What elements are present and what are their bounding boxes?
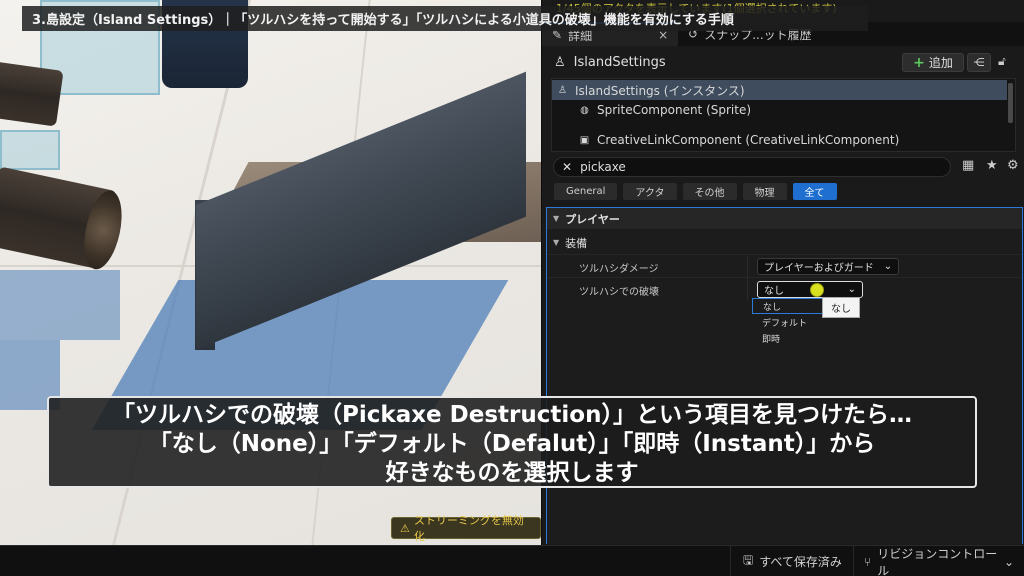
filter-other[interactable]: その他 [682,183,737,200]
revision-control-label: リビジョンコントロール [877,546,998,576]
component-scrollbar[interactable] [1008,83,1013,123]
chevron-down-icon: ⌄ [1003,554,1014,569]
clear-search-icon[interactable]: ✕ [562,160,572,174]
subcategory-equipment[interactable]: ▼ 装備 [547,232,1022,253]
log-shadow [0,270,120,340]
save-icon: 🖫︎ [743,553,754,567]
component-tree: ♙ IslandSettings (インスタンス) ◍ SpriteCompon… [551,78,1016,152]
select-value: なし [764,286,784,297]
person-icon: ♙ [554,54,566,70]
save-all-label: すべて保存済み [759,555,842,569]
save-all-button[interactable]: 🖫︎ すべて保存済み [730,546,854,576]
filter-all[interactable]: 全て [792,183,837,200]
revision-control-button[interactable]: ⑂ リビジョンコントロール ⌄ [853,546,1024,576]
category-player[interactable]: ▼ プレイヤー [547,208,1022,229]
subcategory-label: 装備 [565,236,588,250]
filter-general[interactable]: General [554,183,618,200]
option-tooltip: なし [822,297,860,318]
link-component-icon: ▣ [579,134,590,146]
glass-wall [0,130,60,170]
component-item[interactable]: ♙ IslandSettings (インスタンス) [552,80,1007,100]
option-instant[interactable]: 即時 [752,330,852,346]
mouse-cursor-highlight [810,283,824,297]
component-label: IslandSettings (インスタンス) [575,83,745,98]
object-name: IslandSettings [573,54,666,70]
property-row: ツルハシでの破壊 なし ⌄ [547,277,1022,300]
warning-icon: ⚠ [400,521,410,535]
property-filters: General アクタ その他 物理 全て [554,183,837,200]
subtitle-line: 「なし（None）」「デフォルト（Defalut）」「即時（Instant）」か… [148,431,876,457]
blueprint-button[interactable]: ⋲ [967,53,991,72]
property-list: ▼ プレイヤー ▼ 装備 ツルハシダメージ プレイヤーおよびガード ⌄ ツルハシ… [546,207,1023,544]
filter-actor[interactable]: アクタ [623,183,677,200]
status-bar: 🖫︎ すべて保存済み ⑂ リビジョンコントロール ⌄ [0,545,1024,576]
disable-streaming-button[interactable]: ⚠ ストリーミングを無効化 [391,514,541,543]
node-graph-icon: ⋲ [973,56,985,69]
subtitle-caption: 「ツルハシでの破壊（Pickaxe Destruction）」という項目を見つけ… [47,396,977,488]
select-value: プレイヤーおよびガード [764,263,874,274]
expand-triangle-icon: ▼ [553,214,560,223]
property-label: ツルハシでの破壊 [579,287,659,298]
subtitle-line: 「ツルハシでの破壊（Pickaxe Destruction）」という項目を見つけ… [112,402,912,428]
wooden-log[interactable] [0,61,64,127]
component-item[interactable]: ◍ SpriteComponent (Sprite) [552,100,1007,120]
column-divider [747,255,748,277]
settings-gear-icon[interactable]: ⚙ [1007,158,1019,173]
search-input[interactable] [580,160,911,174]
column-divider [747,278,748,300]
chevron-down-icon: ⌄ [847,284,856,295]
subtitle-line: 好きなものを選択します [385,460,639,486]
component-item[interactable]: ▣ CreativeLinkComponent (CreativeLinkCom… [552,130,1007,150]
plus-icon: + [913,54,925,71]
pickaxe-damage-select[interactable]: プレイヤーおよびガード ⌄ [757,258,900,275]
favorite-star-icon[interactable]: ★ [986,158,998,173]
table-view-icon[interactable]: ▦ [962,158,974,173]
branch-icon: ⑂ [864,554,872,569]
property-row: ツルハシダメージ プレイヤーおよびガード ⌄ [547,254,1022,277]
component-label: CreativeLinkComponent (CreativeLinkCompo… [597,133,900,147]
add-component-label: 追加 [928,56,953,70]
lock-icon[interactable]: 🔓︎ [998,54,1006,69]
category-label: プレイヤー [565,212,620,226]
component-label: SpriteComponent (Sprite) [597,103,752,117]
filter-physics[interactable]: 物理 [742,183,787,200]
expand-triangle-icon: ▼ [553,238,560,247]
disable-streaming-label: ストリーミングを無効化 [413,514,524,543]
add-component-button[interactable]: + 追加 [902,53,964,72]
video-title-banner: 3.島設定（Island Settings）｜「ツルハシを持って開始する」「ツル… [22,6,868,31]
chevron-down-icon: ⌄ [883,261,893,272]
property-label: ツルハシダメージ [579,264,659,275]
details-search[interactable]: ✕ [553,157,951,177]
person-icon: ♙ [558,84,567,96]
sprite-icon: ◍ [580,104,589,116]
